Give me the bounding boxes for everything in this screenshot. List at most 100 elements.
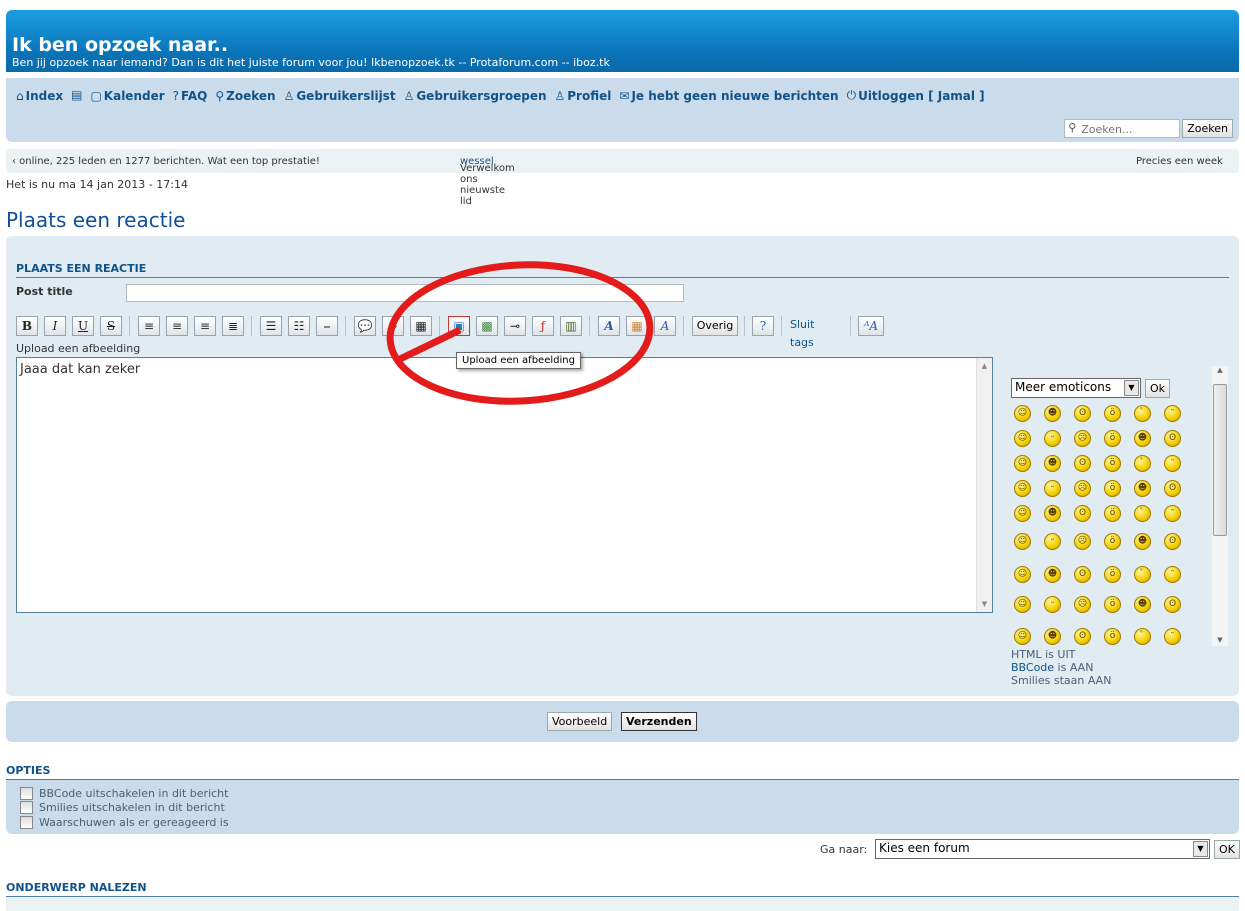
emoticon-icon[interactable]: ᵔ — [1164, 566, 1181, 583]
emoticon-scrollbar[interactable]: ▲ ▼ — [1212, 366, 1228, 646]
close-tags-link[interactable]: Sluit tags — [790, 316, 814, 349]
emoticon-icon[interactable]: ☻ — [1134, 596, 1151, 613]
emoticon-icon[interactable]: ﾟ — [1134, 566, 1151, 583]
emoticon-icon[interactable]: ö — [1104, 628, 1121, 645]
option-disable-smilies[interactable]: Smilies uitschakelen in dit bericht — [20, 801, 225, 814]
preview-button[interactable]: Voorbeeld — [547, 712, 613, 731]
emoticon-icon[interactable]: ö — [1104, 566, 1121, 583]
emoticon-icon[interactable]: ʘ — [1074, 405, 1091, 422]
upload-image-button[interactable]: ▣ — [448, 316, 470, 336]
emoticon-icon[interactable]: ö — [1104, 455, 1121, 472]
overig-button[interactable]: Overig — [692, 316, 738, 336]
nav-kalender[interactable]: ▢ Kalender — [90, 88, 164, 103]
emoticon-icon[interactable]: ﾟ — [1134, 405, 1151, 422]
emoticon-icon[interactable]: ᵕ — [1044, 533, 1061, 550]
emoticon-icon[interactable]: ﾟ — [1134, 455, 1151, 472]
nav-gebruikersgroepen[interactable]: ♙ Gebruikersgroepen — [404, 88, 547, 103]
bbcode-link[interactable]: BBCode — [1011, 661, 1054, 674]
help-button[interactable]: ? — [752, 316, 774, 336]
emoticon-icon[interactable]: ☻ — [1044, 505, 1061, 522]
option-notify[interactable]: Waarschuwen als er gereageerd is — [20, 816, 229, 829]
emoticon-icon[interactable]: ʘ — [1164, 596, 1181, 613]
emoticons-ok-button[interactable]: Ok — [1145, 379, 1171, 398]
emoticon-icon[interactable]: ʘ — [1074, 628, 1091, 645]
image-button[interactable]: ▩ — [476, 316, 498, 336]
emoticon-icon[interactable]: ☹ — [1074, 480, 1091, 497]
emoticon-icon[interactable]: ᵔ — [1164, 405, 1181, 422]
emoticon-icon[interactable]: ﾟ — [1134, 628, 1151, 645]
underline-button[interactable]: U — [72, 316, 94, 336]
emoticon-icon[interactable]: ☺ — [1014, 405, 1031, 422]
emoticon-icon[interactable]: ʘ — [1164, 430, 1181, 447]
remove-format-button[interactable]: ᴬA — [858, 316, 884, 336]
emoticon-icon[interactable]: ö — [1104, 405, 1121, 422]
emoticon-icon[interactable]: ᵕ — [1044, 480, 1061, 497]
align-right-button[interactable]: ≡ — [194, 316, 216, 336]
emoticon-icon[interactable]: ʘ — [1164, 480, 1181, 497]
emoticon-icon[interactable]: ʘ — [1074, 566, 1091, 583]
emoticon-icon[interactable]: ʘ — [1164, 533, 1181, 550]
bullet-list-button[interactable]: ☰ — [260, 316, 282, 336]
emoticon-icon[interactable]: ö — [1104, 533, 1121, 550]
emoticon-icon[interactable]: ☺ — [1014, 455, 1031, 472]
emoticon-icon[interactable]: ☹ — [1074, 596, 1091, 613]
nav-gebruikerslijst[interactable]: ♙ Gebruikerslijst — [284, 88, 396, 103]
emoticon-icon[interactable]: ☻ — [1044, 628, 1061, 645]
emoticon-icon[interactable]: ☻ — [1134, 480, 1151, 497]
nav-berichten[interactable]: ✉ Je hebt geen nieuwe berichten — [619, 88, 838, 103]
emoticon-icon[interactable]: ☺ — [1014, 628, 1031, 645]
emoticon-icon[interactable]: ☹ — [1074, 533, 1091, 550]
emoticon-icon[interactable]: ᵕ — [1044, 430, 1061, 447]
emoticon-icon[interactable]: ☻ — [1044, 566, 1061, 583]
emoticon-icon[interactable]: ☺ — [1014, 566, 1031, 583]
emoticon-icon[interactable]: ☻ — [1044, 455, 1061, 472]
flash-button[interactable]: ƒ — [532, 316, 554, 336]
nav-profiel[interactable]: ♙ Profiel — [555, 88, 612, 103]
numbered-list-button[interactable]: ☷ — [288, 316, 310, 336]
emoticon-icon[interactable]: ﾟ — [1134, 505, 1151, 522]
video-button[interactable]: ▥ — [560, 316, 582, 336]
align-left-button[interactable]: ≡ — [138, 316, 160, 336]
emoticon-icon[interactable]: ☻ — [1134, 430, 1151, 447]
table-button[interactable]: ▦ — [410, 316, 432, 336]
calendar-page-icon[interactable]: ▤ — [71, 88, 82, 103]
nav-zoeken[interactable]: ⚲ Zoeken — [215, 88, 275, 103]
emoticon-icon[interactable]: ☺ — [1014, 505, 1031, 522]
font-size-button[interactable]: A — [598, 316, 620, 336]
emoticon-icon[interactable]: ☺ — [1014, 533, 1031, 550]
emoticon-icon[interactable]: ☺ — [1014, 480, 1031, 497]
nav-faq[interactable]: ? FAQ — [173, 88, 208, 103]
option-disable-bbcode[interactable]: BBCode uitschakelen in dit bericht — [20, 787, 228, 800]
search-button[interactable]: Zoeken — [1182, 119, 1233, 138]
goto-ok-button[interactable]: OK — [1214, 840, 1240, 859]
search-input[interactable] — [1064, 119, 1181, 138]
nav-index[interactable]: ⌂ Index — [16, 88, 63, 103]
checkbox[interactable] — [20, 787, 33, 800]
site-title[interactable]: Ik ben opzoek naar.. — [12, 34, 228, 56]
emoticon-icon[interactable]: ʘ — [1074, 455, 1091, 472]
emoticon-icon[interactable]: ☻ — [1134, 533, 1151, 550]
align-justify-button[interactable]: ≣ — [222, 316, 244, 336]
emoticon-icon[interactable]: ᵔ — [1164, 455, 1181, 472]
message-editor[interactable]: Jaaa dat kan zeker ▲ ▼ — [16, 357, 993, 613]
editor-scrollbar[interactable]: ▲ ▼ — [976, 358, 992, 612]
checkbox[interactable] — [20, 801, 33, 814]
emoticon-icon[interactable]: ᵔ — [1164, 505, 1181, 522]
emoticon-icon[interactable]: ☺ — [1014, 430, 1031, 447]
emoticon-icon[interactable]: ☺ — [1014, 596, 1031, 613]
emoticon-icon[interactable]: ☹ — [1074, 430, 1091, 447]
scroll-thumb[interactable] — [1213, 384, 1227, 536]
quote-button[interactable]: 💬 — [354, 316, 376, 336]
link-button[interactable]: ⊸ — [504, 316, 526, 336]
goto-select[interactable]: Kies een forum ▼ — [875, 839, 1210, 859]
nav-uitloggen[interactable]: ⏻ Uitloggen [ Jamal ] — [847, 88, 985, 103]
post-title-input[interactable] — [126, 284, 684, 302]
emoticon-icon[interactable]: ᵕ — [1044, 596, 1061, 613]
strike-button[interactable]: S — [100, 316, 122, 336]
emoticons-select[interactable]: Meer emoticons ▼ — [1011, 378, 1141, 398]
font-face-button[interactable]: A — [654, 316, 676, 336]
code-button[interactable]: ‹› — [382, 316, 404, 336]
emoticon-icon[interactable]: ᵔ — [1164, 628, 1181, 645]
color-button[interactable]: ▦ — [626, 316, 648, 336]
emoticon-icon[interactable]: ö — [1104, 480, 1121, 497]
